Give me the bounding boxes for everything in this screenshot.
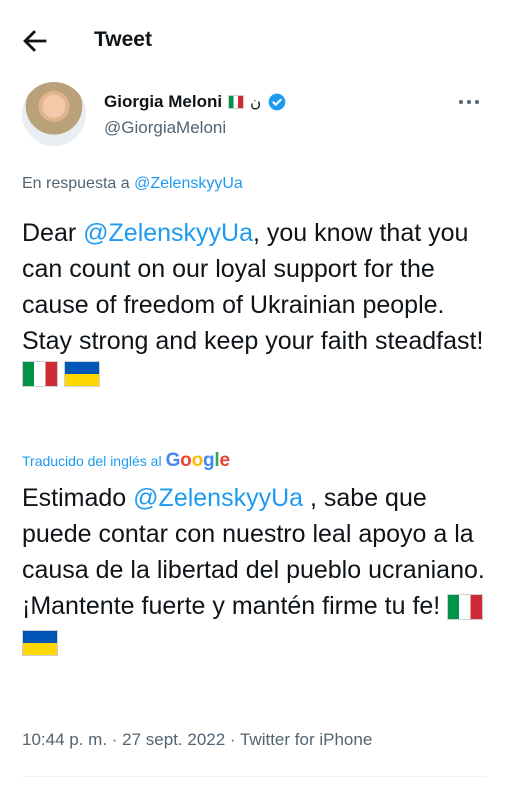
verified-badge-icon <box>268 93 286 111</box>
tweet-pre: Dear <box>22 219 84 247</box>
ukraine-flag-icon <box>22 630 58 657</box>
author-handle[interactable]: @GiorgiaMeloni <box>104 118 226 138</box>
tweet-mention-link[interactable]: @ZelenskyyUa <box>83 219 253 247</box>
back-arrow-icon[interactable] <box>18 24 52 58</box>
page-title: Tweet <box>94 28 152 51</box>
reply-prefix: En respuesta a <box>22 175 135 192</box>
tweet-text: Dear @ZelenskyyUa, you know that you can… <box>22 215 492 387</box>
ukraine-flag-icon <box>64 361 100 387</box>
translated-mention-link[interactable]: @ZelenskyyUa <box>133 484 303 512</box>
reply-mention-link[interactable]: @ZelenskyyUa <box>134 175 243 192</box>
tweet-flags <box>22 361 492 387</box>
author-name[interactable]: Giorgia Meloni <box>104 92 222 112</box>
italy-flag-icon <box>22 361 58 387</box>
translated-pre: Estimado <box>22 484 134 512</box>
tweet-metadata[interactable]: 10:44 p. m. · 27 sept. 2022 · Twitter fo… <box>22 730 372 750</box>
italy-flag-icon <box>447 594 484 621</box>
avatar[interactable] <box>22 82 86 146</box>
top-bar: Tweet <box>0 0 508 82</box>
more-options-icon[interactable] <box>456 92 482 112</box>
translation-label: Traducido del inglés al Google <box>22 450 230 472</box>
translated-text: Estimado @ZelenskyyUa , sabe que puede c… <box>22 480 492 660</box>
divider <box>22 776 486 777</box>
author-row: Giorgia Meloni ن <box>104 92 287 112</box>
italy-flag-icon <box>228 95 245 109</box>
translation-label-text: Traducido del inglés al <box>22 453 162 469</box>
arabic-char: ن <box>250 94 262 111</box>
google-logo: Google <box>165 450 230 471</box>
reply-context: En respuesta a @ZelenskyyUa <box>22 175 243 193</box>
